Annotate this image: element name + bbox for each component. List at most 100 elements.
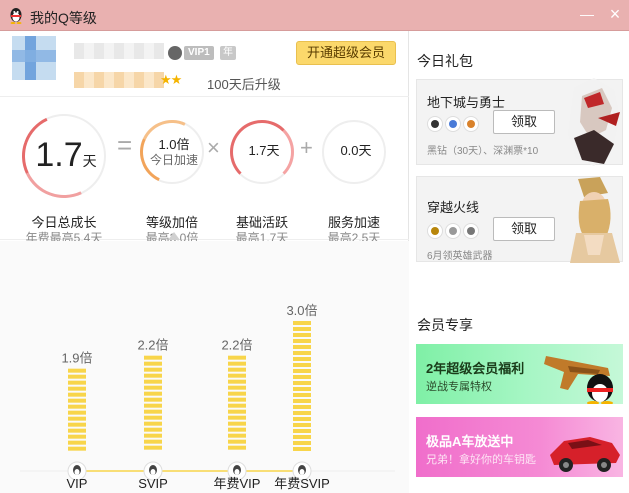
bar-segment — [293, 345, 311, 349]
banner-title: 极品A车放送中 — [426, 434, 514, 449]
avatar[interactable] — [12, 36, 56, 80]
bar-segment — [144, 433, 162, 438]
bar-segment — [68, 428, 86, 433]
bar-segment — [293, 333, 311, 337]
bar-segment — [228, 421, 246, 426]
side-panel: 今日礼包 地下城与勇士 领取 黑钻（30天）、深渊票*10 穿越火线 领取 6月… — [410, 31, 629, 493]
service-boost-value: 0.0天 — [340, 143, 372, 158]
bar-segment — [228, 403, 246, 408]
gift-item-icon — [427, 223, 443, 239]
bar-segment — [228, 415, 246, 420]
race-car-art — [550, 437, 620, 472]
bar-segment — [68, 446, 86, 451]
bar-segment — [68, 380, 86, 385]
bar-segment — [228, 445, 246, 450]
open-svip-button[interactable]: 开通超级会员 — [296, 41, 396, 65]
main-panel: VIP1 年 ★★ 100天后升级 开通超级会员 1.7天 今日总成长 年费最高… — [0, 31, 409, 493]
base-activity-circle: 1.7天 — [230, 120, 294, 184]
penguin-icon-belly — [299, 469, 305, 475]
category-label: SVIP — [138, 476, 168, 491]
bar-segment — [293, 363, 311, 367]
claim-button[interactable]: 领取 — [493, 217, 555, 241]
member-exclusive-title: 会员专享 — [417, 317, 473, 333]
bar-segment — [68, 410, 86, 415]
upgrade-text: 100天后升级 — [207, 77, 281, 92]
bar-value-label: 2.2倍 — [137, 338, 168, 353]
gift-desc: 黑钻（30天）、深渊票*10 — [427, 146, 539, 157]
bar-segment — [293, 429, 311, 433]
bar-segment — [68, 374, 86, 379]
bar-segment — [68, 422, 86, 427]
bar-segment — [144, 385, 162, 390]
bar-segment — [228, 373, 246, 378]
bar-segment — [293, 327, 311, 331]
close-button[interactable]: × — [604, 4, 626, 26]
title-bar: 我的Q等级 — × — [0, 0, 629, 31]
multiplier-chart: 1.9倍 VIP 2.2倍 SVIP 2.2倍 年费VIP 3.0倍 年费SVIP — [0, 241, 409, 493]
times-sign: × — [207, 135, 220, 160]
bar-segment — [144, 355, 162, 360]
bar-segment — [68, 434, 86, 439]
bar-segment — [293, 435, 311, 439]
level-multiplier-inner-sub: 今日加速 — [149, 153, 198, 167]
pointer-arrow-icon — [168, 232, 180, 240]
gift-item-icon — [463, 116, 479, 132]
bar-segment — [293, 441, 311, 445]
bar-segment — [68, 440, 86, 445]
gift-items — [427, 116, 481, 134]
bar-segment — [293, 423, 311, 427]
bar-segment — [144, 397, 162, 402]
bar-segment — [144, 415, 162, 420]
claim-button[interactable]: 领取 — [493, 110, 555, 134]
bar-segment — [144, 403, 162, 408]
bar-segment — [228, 355, 246, 360]
blurred-nickname — [74, 43, 164, 59]
bar-segment — [144, 379, 162, 384]
gun-qq-art — [544, 356, 613, 404]
bar-segment — [293, 339, 311, 343]
bar-segment — [228, 397, 246, 402]
bar-segment — [68, 404, 86, 409]
bar-segment — [228, 439, 246, 444]
bar-segment — [68, 392, 86, 397]
gift-item-icon — [427, 116, 443, 132]
bar-segment — [144, 391, 162, 396]
bar-segment — [293, 351, 311, 355]
qq-penguin-icon — [10, 8, 22, 24]
banner-svip-benefit[interactable]: 2年超级会员福利 逆战专属特权 — [416, 344, 623, 404]
bar-segment — [293, 393, 311, 397]
bar-segment — [293, 321, 311, 325]
bar-segment — [293, 375, 311, 379]
category-label: VIP — [67, 476, 88, 491]
bar-value-label: 2.2倍 — [221, 338, 252, 353]
base-activity-value: 1.7天 — [248, 143, 280, 158]
multiplier-chart-svg: 1.9倍 VIP 2.2倍 SVIP 2.2倍年费VIP 3.0倍年费SVIP — [20, 303, 395, 491]
plus-sign: + — [300, 135, 313, 160]
close-icon: × — [609, 4, 621, 24]
user-info: VIP1 年 ★★ 100天后升级 开通超级会员 — [0, 31, 409, 97]
total-growth-value: 1.7天 — [35, 136, 97, 174]
service-boost-circle: 0.0天 — [322, 120, 386, 184]
bar-segment — [293, 405, 311, 409]
banner-a-car[interactable]: 极品A车放送中 兄弟！拿好你的车钥匙 — [416, 417, 623, 477]
gift-item-icon — [445, 116, 461, 132]
bar-segment — [293, 357, 311, 361]
minimize-button[interactable]: — — [576, 4, 598, 26]
bar-segment — [228, 409, 246, 414]
bar-segment — [293, 399, 311, 403]
bar-segment — [144, 373, 162, 378]
penguin-icon-belly — [150, 469, 156, 475]
banner-sub: 逆战专属特权 — [426, 381, 492, 393]
bar-segment — [144, 361, 162, 366]
bar-segment — [228, 427, 246, 432]
year-badge: 年 — [220, 46, 236, 60]
bar-segment — [68, 386, 86, 391]
bar-segment — [144, 367, 162, 372]
bar-segment — [228, 433, 246, 438]
banner-title: 2年超级会员福利 — [426, 361, 525, 376]
total-growth-circle: 1.7天 — [10, 102, 118, 210]
bar-segment — [228, 367, 246, 372]
bar-segment — [144, 409, 162, 414]
level-multiplier-circle: 1.0倍 今日加速 — [130, 110, 214, 194]
gift-name: 穿越火线 — [427, 200, 480, 215]
